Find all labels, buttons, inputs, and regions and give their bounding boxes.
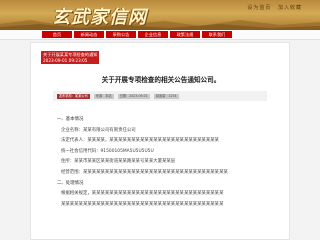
article-card: 关于开展某某专项检查的通知 2023-09-01 09:23:05 关于开展专项… [30,42,290,240]
article-meta-bar: 发布机构：某某公司 来源：本站 日期：2023-09-01 阅读量：1234 [53,91,267,101]
header-banner: 玄武家信网 设为首页 加入收藏 [0,0,320,30]
body-line: 企业名称：某某有限公司有限责任公司 [61,127,136,133]
body-line: 住所：某某市某某区某某街道某某路某某号某某大厦某某层 [61,159,176,165]
section-heading: 一、基本情况 [57,117,84,122]
set-homepage-link[interactable]: 设为首页 [247,5,271,11]
meta-source: 来源：本站 [93,93,114,99]
article-title: 关于开展专项检查的相关公告通知公司。 [101,76,221,84]
article-body: 一、基本情况 企业名称：某某有限公司有限责任公司 法定代表人：某某某某，某某某某… [53,115,271,210]
body-line: 经营范围：某某某某某某某某某某某某某某某某某某某某某某某某某某某某某某某某某 [61,169,228,175]
section-heading: 二、处理情况 [57,180,84,186]
meta-views: 阅读量：1234 [153,93,179,99]
nav-item-home[interactable]: 首页 [42,31,72,38]
body-line: 根据相关规定，某某某某某某某某某某某某某某某某某某某某某某某某某某某某某某 [61,191,224,197]
site-logo[interactable]: 玄武家信网 [52,3,147,29]
body-line: 某某某某某某某某某某某某某某某某某某某某某某某某某某某某某某某某某某某某某 [61,201,224,207]
nav-item-policy[interactable]: 政策法规 [170,31,200,38]
body-line: 法定代表人：某某某某，某某某某某某某某某某某某某某某某某某某某某某某某某 [61,138,220,144]
meta-publisher: 发布机构：某某公司 [57,93,90,99]
meta-date: 日期：2023-09-01 [117,93,150,99]
main-nav: 首页 新闻动态 采购公告 企业信息 政策法规 联系我们 [0,30,320,40]
top-links: 设为首页 加入收藏 [243,4,302,11]
nav-item-contact[interactable]: 联系我们 [202,31,232,38]
nav-item-news[interactable]: 新闻动态 [74,31,104,38]
nav-item-procurement[interactable]: 采购公告 [106,31,136,38]
notice-tag[interactable]: 关于开展某某专项检查的通知 2023-09-01 09:23:05 [41,51,99,64]
add-favorite-link[interactable]: 加入收藏 [278,5,302,11]
body-line: 统一社会信用代码：91500105MA5U5U5U5U [61,148,154,154]
notice-tag-date: 2023-09-01 09:23:05 [43,58,88,63]
banner-landscape-decoration [0,19,320,30]
nav-item-enterprise[interactable]: 企业信息 [138,31,168,38]
